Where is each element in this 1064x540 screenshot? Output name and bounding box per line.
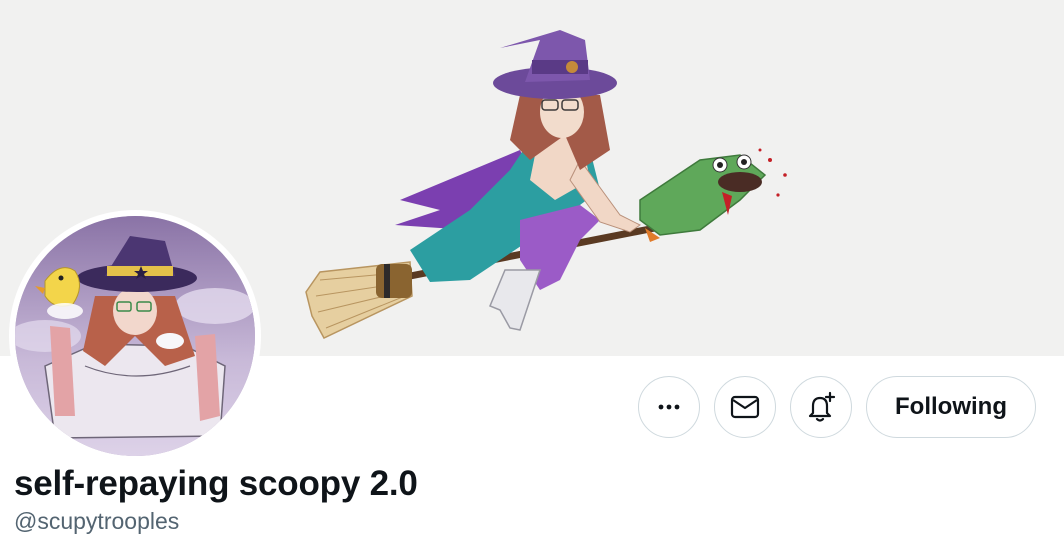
profile-handle: @scupytrooples <box>14 508 180 534</box>
profile-page: Following self-repaying scoopy 2.0 @scup… <box>0 0 1064 540</box>
following-button[interactable]: Following <box>866 376 1036 438</box>
profile-display-name: self-repaying scoopy 2.0 <box>14 464 418 503</box>
envelope-icon <box>730 395 760 419</box>
notifications-button[interactable] <box>790 376 852 438</box>
profile-actions: Following <box>0 376 1064 438</box>
bell-plus-icon <box>808 391 836 422</box>
message-button[interactable] <box>714 376 776 438</box>
more-button[interactable] <box>638 376 700 438</box>
ellipsis-icon <box>658 404 680 410</box>
